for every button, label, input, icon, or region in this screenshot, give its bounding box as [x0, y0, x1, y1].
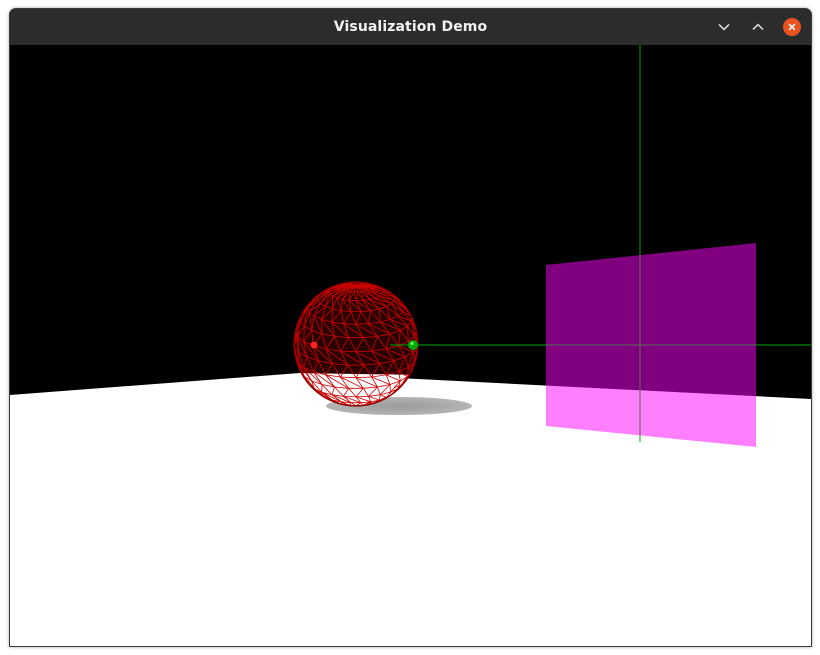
title-bar[interactable]: Visualization Demo — [10, 9, 811, 45]
magenta-plane[interactable] — [546, 243, 756, 447]
close-icon — [788, 23, 796, 31]
chevron-up-icon — [752, 23, 764, 31]
red-marker-point — [310, 341, 318, 349]
scene-canvas[interactable] — [10, 45, 811, 646]
minimize-button[interactable] — [713, 16, 735, 38]
maximize-button[interactable] — [747, 16, 769, 38]
sphere-wire-segment — [343, 396, 357, 398]
close-button[interactable] — [781, 16, 803, 38]
window-title: Visualization Demo — [333, 19, 488, 35]
green-marker-point[interactable] — [408, 340, 418, 350]
3d-viewport[interactable] — [10, 45, 811, 646]
chevron-down-icon — [718, 23, 730, 31]
sphere-wire-segment — [355, 396, 369, 398]
close-circle-icon — [783, 18, 801, 36]
app-window: Visualization Demo — [9, 8, 812, 647]
